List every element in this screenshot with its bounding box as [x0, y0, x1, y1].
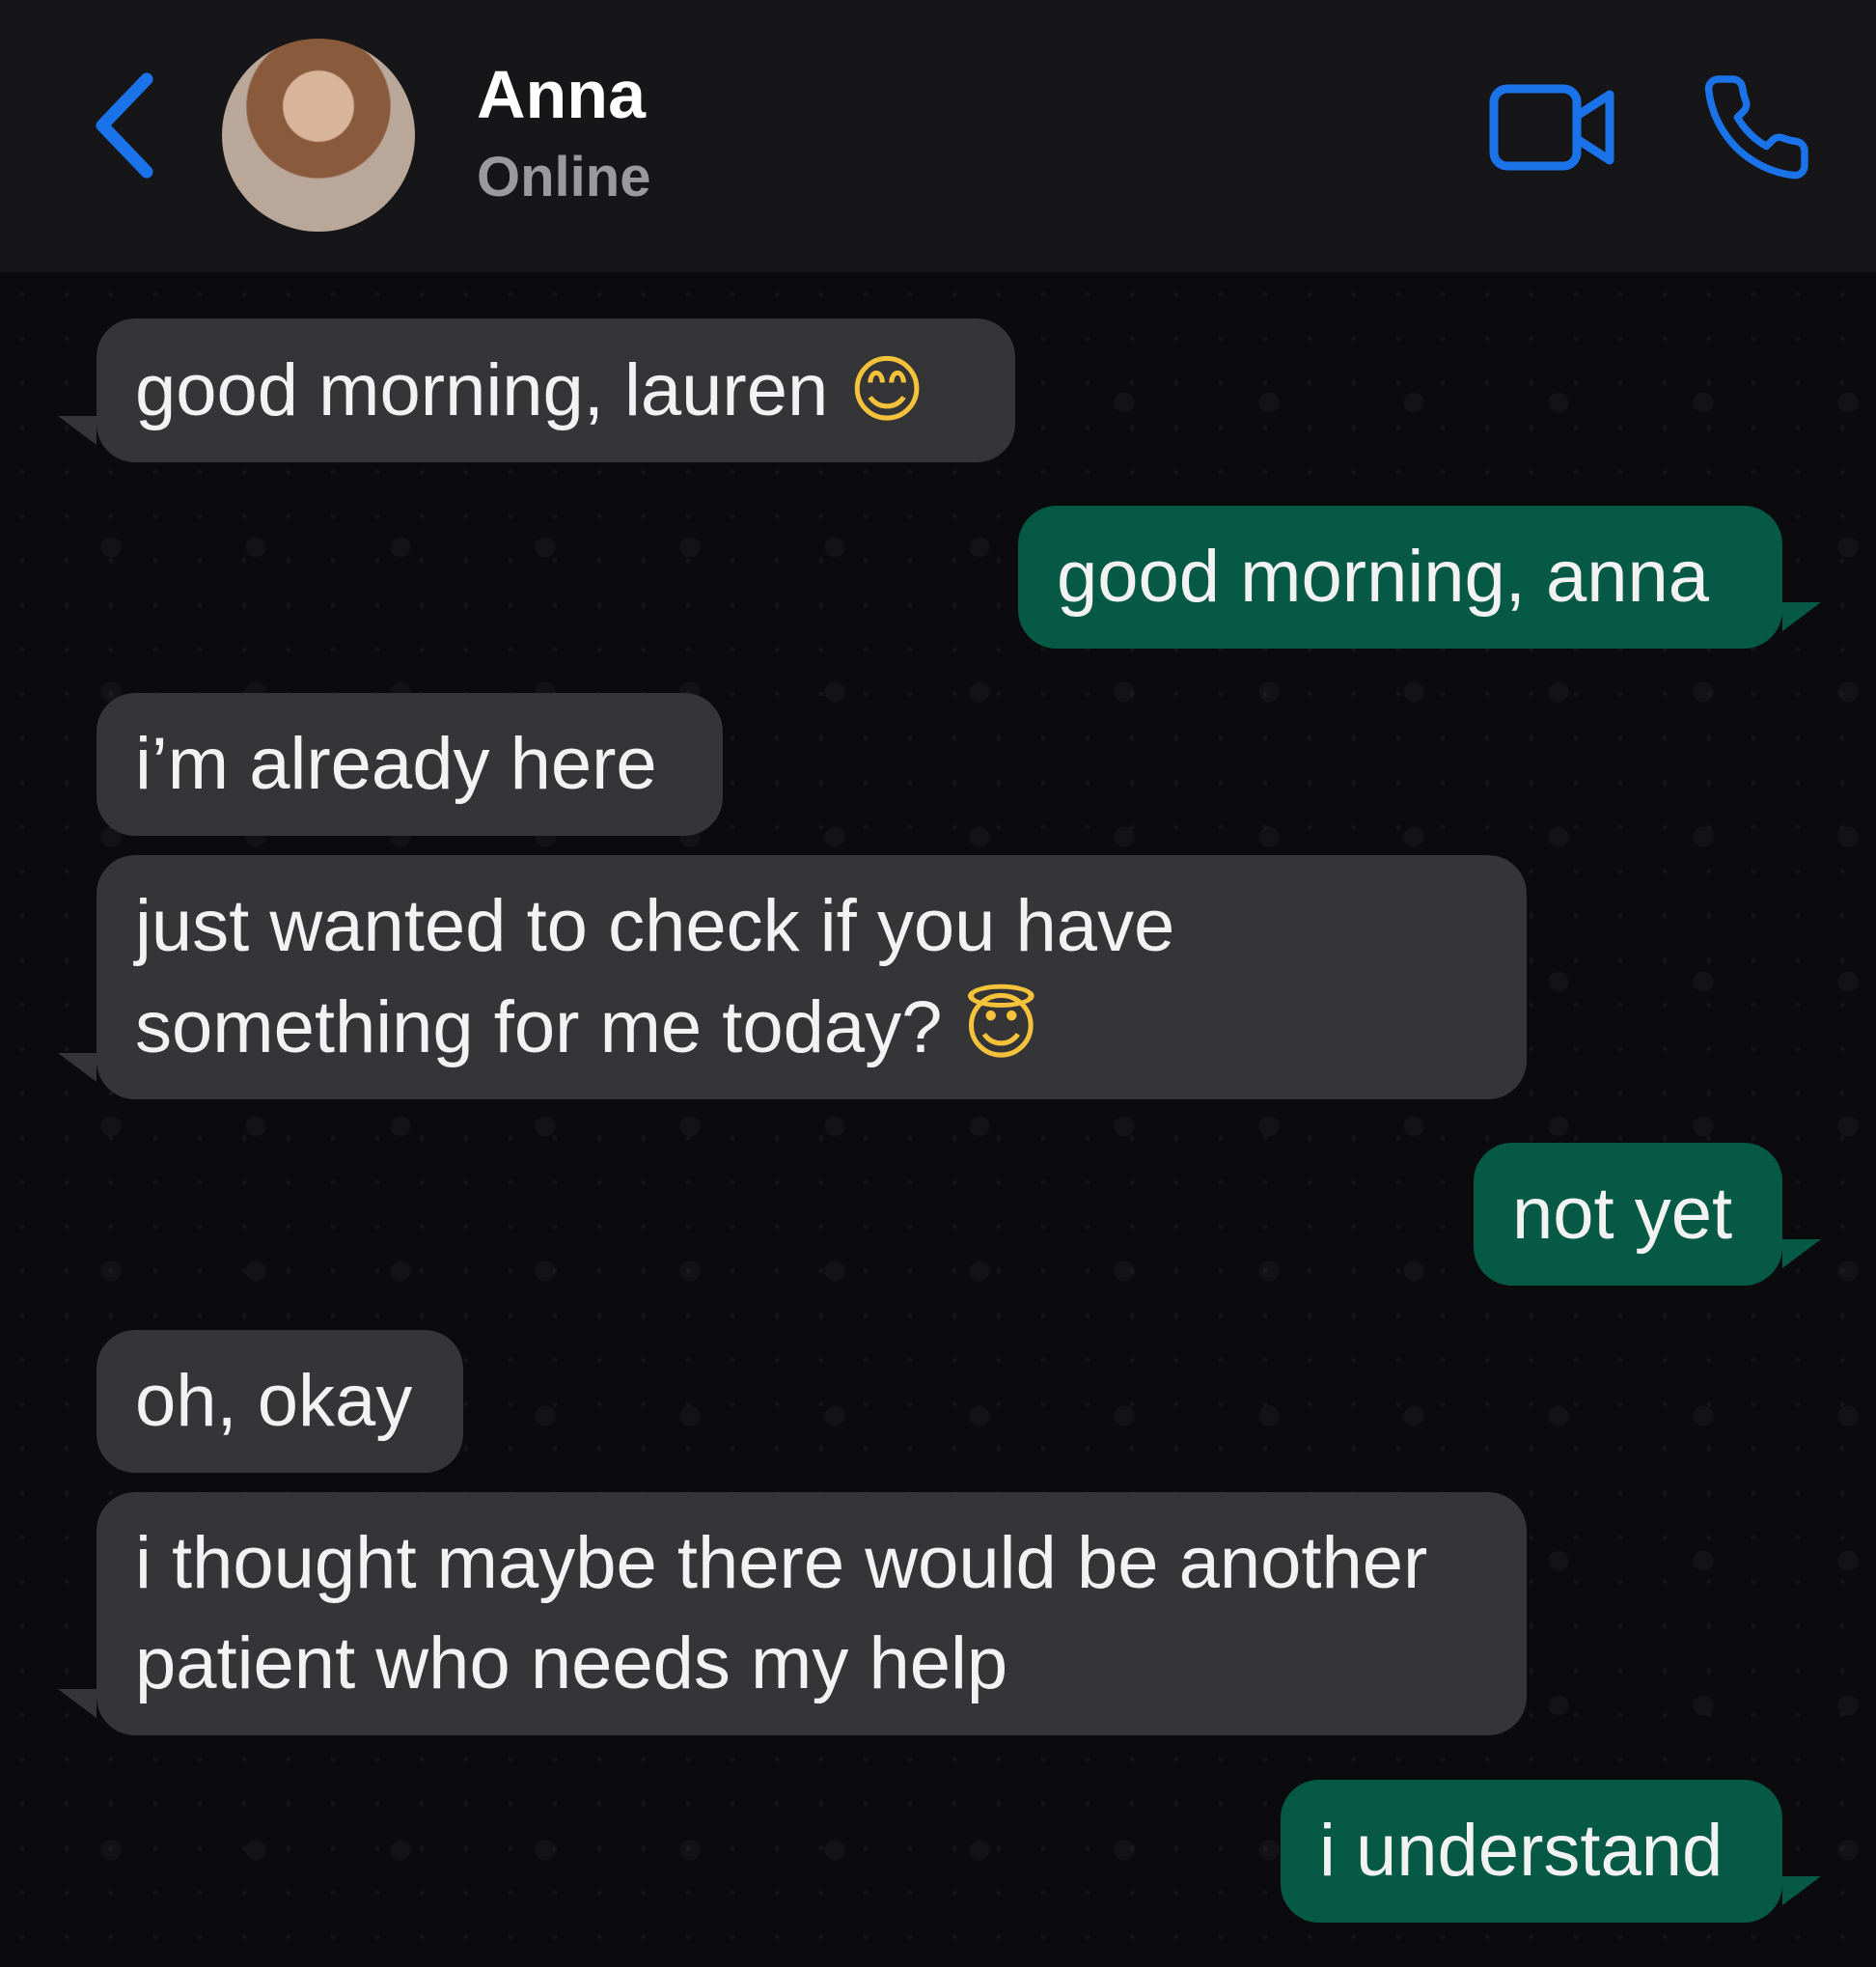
- message-text: i understand: [1319, 1810, 1724, 1892]
- message-list[interactable]: good morning, lauren 😊 good morning, ann…: [0, 272, 1876, 1967]
- avatar[interactable]: [222, 39, 415, 232]
- smiling-face-emoji: 😊: [848, 346, 925, 432]
- message-text: oh, okay: [135, 1360, 413, 1442]
- contact-name[interactable]: Anna: [477, 56, 646, 133]
- message-incoming[interactable]: i thought maybe there would be another p…: [58, 1492, 1527, 1735]
- message-outgoing[interactable]: good morning, anna: [1018, 506, 1821, 649]
- back-button[interactable]: [87, 68, 174, 183]
- smiling-face-with-halo-emoji: 😇: [962, 984, 1039, 1069]
- video-camera-icon: [1489, 84, 1614, 171]
- message-outgoing[interactable]: not yet: [1474, 1143, 1821, 1286]
- message-text: i thought maybe there would be another p…: [135, 1522, 1428, 1704]
- message-incoming[interactable]: good morning, lauren 😊: [58, 319, 1015, 462]
- message-incoming[interactable]: just wanted to check if you have somethi…: [58, 855, 1527, 1099]
- message-text: good morning, lauren: [135, 349, 829, 431]
- message-incoming[interactable]: oh, okay: [97, 1330, 463, 1473]
- chevron-left-icon: [96, 72, 153, 179]
- chat-header: Anna Online: [0, 0, 1876, 272]
- voice-call-button[interactable]: [1698, 69, 1814, 185]
- message-text: i’m already here: [135, 723, 657, 805]
- message-incoming[interactable]: i’m already here: [97, 693, 723, 836]
- contact-status: Online: [477, 146, 651, 208]
- message-text: good morning, anna: [1057, 536, 1710, 618]
- video-call-button[interactable]: [1486, 79, 1621, 176]
- message-text: not yet: [1512, 1173, 1733, 1255]
- phone-icon: [1704, 75, 1808, 180]
- message-outgoing[interactable]: i understand: [1281, 1780, 1821, 1923]
